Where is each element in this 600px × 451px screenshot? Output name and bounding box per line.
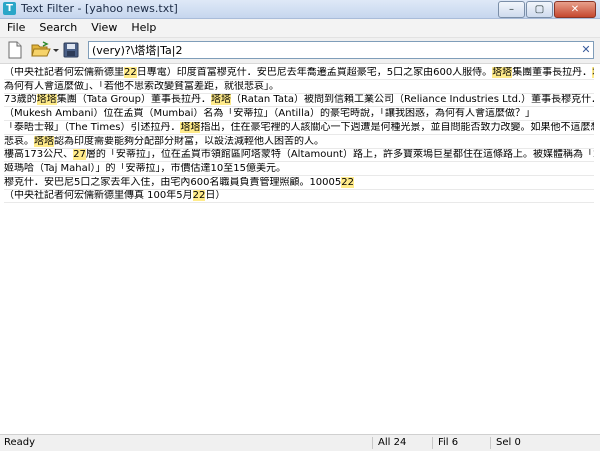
text-segment: （Mukesh Ambani）位在孟買（Mumbai）名為「安蒂拉」（Antil…	[4, 108, 535, 120]
text-line[interactable]: 穆克什．安巴尼5口之家去年入住，由宅內600名職員負責管理照顧。1000522	[4, 176, 594, 190]
minimize-button[interactable]: –	[498, 1, 525, 18]
dropdown-arrow-icon[interactable]	[52, 41, 60, 59]
menu-search[interactable]: Search	[32, 19, 84, 37]
text-segment: 悲哀。	[4, 135, 34, 147]
text-segment: （中央社記者何宏儒新德里	[4, 67, 124, 78]
text-segment: 日專電）印度首富穆克什．安巴尼去年喬遷孟買超豪宅，5口之家由600人服侍。	[136, 67, 493, 78]
text-segment: 層的「安蒂拉」，位在孟買市領館區阿塔蒙特（Altamount）路上，許多寶萊塢巨…	[85, 149, 594, 161]
match-highlight: 塔塔	[592, 67, 594, 78]
filter-input[interactable]	[88, 41, 594, 59]
text-segment: 集團董事長拉丹．	[512, 67, 593, 78]
match-highlight: 22	[341, 176, 354, 188]
status-ready: Ready	[4, 437, 36, 448]
text-segment: （Ratan Tata）被問到信賴工業公司（Reliance Industrie…	[231, 94, 594, 106]
status-divider	[432, 437, 433, 449]
status-divider	[490, 437, 491, 449]
status-divider	[372, 437, 373, 449]
text-line[interactable]: 「泰晤士報」（The Times）引述拉丹．塔塔指出，住在豪宅裡的人該關心一下週…	[4, 121, 594, 135]
status-all-count: All 24	[378, 437, 407, 448]
open-folder-icon[interactable]	[31, 41, 51, 59]
text-segment: 認為印度需要能夠分配部分財富，以設法減輕他人困苦的人。	[54, 135, 324, 147]
match-highlight: 22	[192, 190, 206, 202]
text-segment: 姬瑪哈（Taj Mahal）」的「安蒂拉」，市價估達10至15億美元。	[4, 162, 286, 174]
text-segment: 日）	[205, 190, 226, 202]
status-bar: Ready All 24 Fil 6 Sel 0	[0, 434, 600, 451]
match-highlight: 塔塔	[180, 121, 201, 133]
close-button[interactable]: ✕	[554, 1, 596, 18]
text-line[interactable]: 姬瑪哈（Taj Mahal）」的「安蒂拉」，市價估達10至15億美元。	[4, 163, 594, 176]
maximize-button[interactable]: ▢	[526, 1, 553, 18]
menu-help[interactable]: Help	[124, 19, 163, 37]
status-selected-count: Sel 0	[496, 437, 521, 448]
title-bar: T Text Filter - [yahoo news.txt] – ▢ ✕	[0, 0, 600, 19]
text-line[interactable]: （中央社記者何宏儒新德里傳真 100年5月22日）	[4, 190, 594, 204]
text-line[interactable]: （Mukesh Ambani）位在孟買（Mumbai）名為「安蒂拉」（Antil…	[4, 108, 594, 122]
menu-view[interactable]: View	[84, 19, 124, 37]
match-highlight: 塔塔	[36, 94, 57, 106]
status-filtered-count: Fil 6	[438, 437, 459, 448]
text-line[interactable]: 樓高173公尺、27層的「安蒂拉」，位在孟買市領館區阿塔蒙特（Altamount…	[4, 149, 594, 163]
text-segment: （中央社記者何宏儒新德里傳真 100年5月	[4, 190, 193, 202]
clear-icon[interactable]: ✕	[580, 43, 592, 57]
text-segment: 樓高173公尺、	[4, 149, 74, 161]
text-line[interactable]: 悲哀。塔塔認為印度需要能夠分配部分財富，以設法減輕他人困苦的人。	[4, 135, 594, 149]
new-document-icon[interactable]	[7, 41, 23, 59]
match-highlight: 塔塔	[34, 135, 54, 147]
match-highlight: 塔塔	[492, 67, 513, 78]
toolbar: ✕	[0, 38, 600, 64]
match-highlight: 27	[73, 149, 86, 161]
text-view[interactable]: （中央社記者何宏儒新德里22日專電）印度首富穆克什．安巴尼去年喬遷孟買超豪宅，5…	[0, 64, 600, 434]
window-controls: – ▢ ✕	[498, 1, 596, 18]
text-line[interactable]: 為何有人會這麼做」、「若他不思索改變貧富差距，就很悲哀」。	[4, 81, 594, 94]
text-line[interactable]: 73歲的塔塔集團（Tata Group）董事長拉丹．塔塔（Ratan Tata）…	[4, 94, 594, 108]
text-segment: 穆克什．安巴尼5口之家去年入住，由宅內600名職員負責管理照顧。10005	[4, 176, 342, 188]
text-segment: 73歲的	[4, 94, 37, 106]
text-line[interactable]: （中央社記者何宏儒新德里22日專電）印度首富穆克什．安巴尼去年喬遷孟買超豪宅，5…	[4, 67, 594, 80]
match-highlight: 22	[124, 67, 137, 78]
text-segment: 「泰晤士報」（The Times）引述拉丹．	[4, 121, 181, 133]
text-segment: 指出，住在豪宅裡的人該關心一下週遭是何種光景，並自問能否致力改變。如果他不這麼想…	[200, 121, 594, 133]
text-segment: 為何有人會這麼做」、「若他不思索改變貧富差距，就很悲哀」。	[4, 80, 279, 92]
save-disk-icon[interactable]	[62, 41, 80, 59]
menu-file[interactable]: File	[0, 19, 32, 37]
text-segment: 集團（Tata Group）董事長拉丹．	[56, 94, 211, 106]
menu-bar: File Search View Help	[0, 19, 600, 38]
window-title: Text Filter - [yahoo news.txt]	[21, 2, 178, 15]
app-icon: T	[3, 2, 16, 15]
match-highlight: 塔塔	[211, 94, 231, 106]
